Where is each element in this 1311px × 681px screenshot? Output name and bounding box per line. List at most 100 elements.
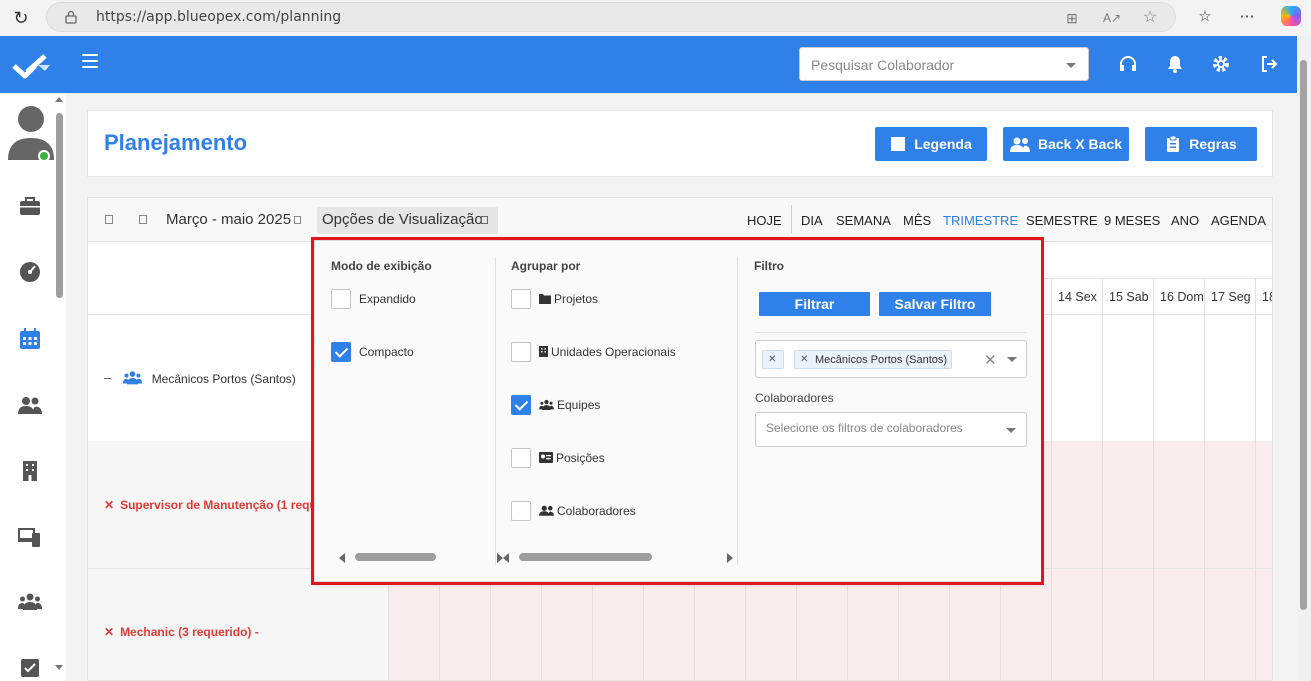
- group-by-title: Agrupar por: [511, 259, 581, 273]
- favorite-star-icon[interactable]: ☆: [1141, 9, 1159, 27]
- team-filter-select[interactable]: ✕ ✕ Mecânicos Portos (Santos) ✕: [755, 340, 1027, 378]
- compacto-checkbox[interactable]: [331, 342, 351, 362]
- unidades-label: Unidades Operacionais: [551, 345, 676, 359]
- lock-icon: [65, 10, 77, 24]
- address-bar[interactable]: https://app.blueopex.com/planning ⊞ A↗ ☆: [46, 2, 1176, 32]
- tab-hoje[interactable]: HOJE: [747, 213, 782, 228]
- equipes-checkbox[interactable]: [511, 395, 531, 415]
- display-mode-scrollbar[interactable]: [339, 551, 503, 565]
- blueopex-logo-icon[interactable]: [12, 51, 52, 79]
- chevron-down-icon[interactable]: [1006, 428, 1016, 433]
- more-menu-icon[interactable]: ⋯: [1237, 7, 1257, 27]
- view-options-toggle-icon: [481, 216, 488, 224]
- projetos-label: Projetos: [554, 292, 599, 306]
- square-icon: [891, 137, 906, 151]
- tab-dia[interactable]: DIA: [801, 213, 823, 228]
- page-header-card: Planejamento Legenda Back X Back Regras: [87, 110, 1273, 177]
- period-label: Março - maio 2025: [166, 211, 292, 228]
- day-header-16: 16 Dom: [1160, 290, 1204, 304]
- tab-agenda[interactable]: AGENDA: [1211, 213, 1266, 228]
- colaboradores-checkbox[interactable]: [511, 501, 531, 521]
- page-title: Planejamento: [104, 130, 248, 155]
- filtrar-button[interactable]: Filtrar: [759, 292, 870, 316]
- users-icon: [539, 505, 554, 516]
- colaborador-search-select[interactable]: Pesquisar Colaborador: [799, 47, 1089, 81]
- dashboard-gauge-icon[interactable]: [18, 260, 42, 284]
- favorites-icon[interactable]: ☆: [1195, 7, 1215, 27]
- period-picker-icon[interactable]: [294, 216, 301, 224]
- tab-ano[interactable]: ANO: [1171, 213, 1199, 228]
- colaboradores-filter-select[interactable]: Selecione os filtros de colaboradores: [755, 412, 1027, 447]
- settings-gear-icon[interactable]: [1210, 53, 1232, 75]
- day-header-17: 17 Seg: [1211, 290, 1251, 304]
- filter-tag[interactable]: ✕ Mecânicos Portos (Santos): [794, 350, 952, 369]
- legenda-label: Legenda: [914, 136, 972, 152]
- checkbox-task-icon[interactable]: [18, 656, 42, 680]
- logout-icon[interactable]: [1258, 53, 1280, 75]
- collapse-icon[interactable]: [104, 378, 111, 379]
- projetos-checkbox[interactable]: [511, 289, 531, 309]
- briefcase-icon[interactable]: [18, 194, 42, 218]
- day-header-18: 18: [1262, 290, 1272, 304]
- salvar-filtro-button[interactable]: Salvar Filtro: [879, 292, 991, 316]
- tag-remove-icon[interactable]: ✕: [768, 354, 776, 365]
- clear-selection-icon[interactable]: ✕: [984, 351, 997, 369]
- building-icon[interactable]: [18, 459, 42, 483]
- tab-9-meses[interactable]: 9 MESES: [1104, 213, 1160, 228]
- team-group-icon: [123, 371, 143, 385]
- filter-title: Filtro: [754, 259, 784, 273]
- browser-toolbar: ↻ https://app.blueopex.com/planning ⊞ A↗…: [0, 0, 1311, 36]
- supervisor-row[interactable]: ✕ Supervisor de Manutenção (1 reque: [104, 498, 323, 512]
- filter-tag-label: Mecânicos Portos (Santos): [815, 354, 948, 366]
- back-x-back-label: Back X Back: [1037, 136, 1123, 152]
- read-aloud-icon[interactable]: A↗: [1103, 9, 1121, 27]
- app-header: Pesquisar Colaborador: [0, 36, 1297, 93]
- tab-trimestre[interactable]: TRIMESTRE: [943, 213, 1018, 228]
- mechanic-label: Mechanic (3 requerido) -: [120, 625, 259, 639]
- tab-semestre[interactable]: SEMESTRE: [1026, 213, 1098, 228]
- close-icon[interactable]: ✕: [104, 498, 114, 512]
- display-mode-column: Modo de exibição Expandido Compacto: [331, 241, 503, 583]
- expandido-checkbox[interactable]: [331, 289, 351, 309]
- posicoes-label: Posições: [556, 451, 605, 465]
- copilot-icon[interactable]: [1281, 6, 1301, 26]
- prev-icon[interactable]: [105, 215, 113, 224]
- url-text[interactable]: https://app.blueopex.com/planning: [96, 9, 341, 25]
- group-by-scrollbar[interactable]: [503, 551, 733, 565]
- view-options-dropdown: Modo de exibição Expandido Compacto Agru…: [314, 240, 1042, 582]
- display-mode-title: Modo de exibição: [331, 259, 432, 273]
- unidades-checkbox[interactable]: [511, 342, 531, 362]
- equipes-label: Equipes: [557, 398, 601, 412]
- menu-toggle-icon[interactable]: [82, 54, 98, 68]
- next-icon[interactable]: [139, 215, 147, 224]
- posicoes-checkbox[interactable]: [511, 448, 531, 468]
- devices-icon[interactable]: [18, 525, 42, 549]
- close-icon[interactable]: ✕: [104, 625, 114, 639]
- view-options-button[interactable]: Opções de Visualização: [317, 207, 498, 234]
- back-x-back-button[interactable]: Back X Back: [1003, 127, 1129, 161]
- colaboradores-filter-label: Colaboradores: [755, 391, 834, 405]
- apps-icon[interactable]: ⊞: [1063, 9, 1081, 27]
- supervisor-label: Supervisor de Manutenção (1 reque: [120, 498, 324, 512]
- regras-button[interactable]: Regras: [1145, 127, 1257, 161]
- tag-remove-icon[interactable]: ✕: [800, 354, 808, 365]
- chevron-down-icon[interactable]: [1007, 357, 1017, 362]
- users-icon[interactable]: [18, 393, 42, 417]
- sidebar-scrollbar[interactable]: [55, 93, 65, 681]
- team-row[interactable]: Mecânicos Portos (Santos): [104, 370, 296, 386]
- reload-icon[interactable]: ↻: [10, 7, 32, 29]
- day-header-14: 14 Sex: [1058, 290, 1097, 304]
- support-headset-icon[interactable]: [1117, 53, 1139, 75]
- team-icon[interactable]: [18, 590, 42, 614]
- page-scrollbar[interactable]: [1297, 36, 1311, 681]
- legenda-button[interactable]: Legenda: [875, 127, 987, 161]
- mechanic-row[interactable]: ✕ Mechanic (3 requerido) -: [104, 625, 259, 639]
- notifications-bell-icon[interactable]: [1164, 53, 1186, 75]
- user-avatar-icon[interactable]: [8, 105, 54, 163]
- colaboradores-label: Colaboradores: [557, 504, 636, 518]
- tab-mes[interactable]: MÊS: [903, 213, 931, 228]
- clipboard-icon: [1167, 136, 1180, 152]
- calendar-icon[interactable]: [18, 327, 42, 351]
- tab-semana[interactable]: SEMANA: [836, 213, 891, 228]
- empty-tag[interactable]: ✕: [762, 350, 784, 369]
